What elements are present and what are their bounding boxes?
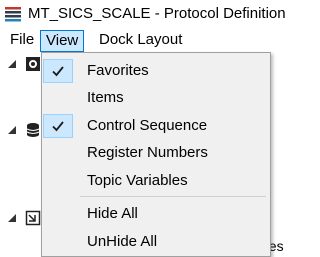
- window-title: MT_SICS_SCALE - Protocol Definition: [28, 5, 286, 22]
- menu-item-topic-variables[interactable]: Topic Variables: [42, 168, 270, 194]
- menu-item-unhide-all[interactable]: UnHide All: [42, 229, 270, 255]
- menu-item-label: Control Sequence: [87, 117, 208, 134]
- menu-item-control-sequence[interactable]: Control Sequence: [42, 113, 270, 139]
- menu-item-label: Hide All: [87, 205, 138, 222]
- check-icon: [43, 59, 73, 83]
- menu-item-label: Favorites: [87, 62, 149, 79]
- tree-expander-icon[interactable]: [8, 126, 16, 134]
- database-icon: [25, 122, 41, 138]
- gear-icon: [25, 56, 41, 72]
- menu-item-register-numbers[interactable]: Register Numbers: [42, 140, 270, 166]
- tree-expander-icon[interactable]: [8, 214, 16, 222]
- menu-dock-layout[interactable]: Dock Layout: [93, 30, 188, 50]
- window-icon: [25, 210, 41, 226]
- menu-file[interactable]: File: [4, 30, 40, 50]
- check-icon: [43, 114, 73, 138]
- menu-item-items[interactable]: Items: [42, 85, 270, 111]
- menu-item-label: Items: [87, 89, 124, 106]
- title-bar: MT_SICS_SCALE - Protocol Definition: [0, 0, 294, 30]
- menu-bar: File View Dock Layout: [0, 30, 294, 52]
- protocol-app-icon: [4, 5, 22, 23]
- view-menu-dropdown: Favorites Items Control Sequence Registe…: [41, 52, 271, 257]
- menu-item-hide-all[interactable]: Hide All: [42, 201, 270, 227]
- menu-item-favorites[interactable]: Favorites: [42, 58, 270, 84]
- tree-expander-icon[interactable]: [8, 60, 16, 68]
- menu-item-label: Register Numbers: [87, 144, 208, 161]
- menu-view[interactable]: View: [40, 30, 85, 52]
- menu-item-label: UnHide All: [87, 233, 158, 250]
- menu-item-label: Topic Variables: [87, 172, 188, 189]
- menu-separator: [80, 196, 266, 197]
